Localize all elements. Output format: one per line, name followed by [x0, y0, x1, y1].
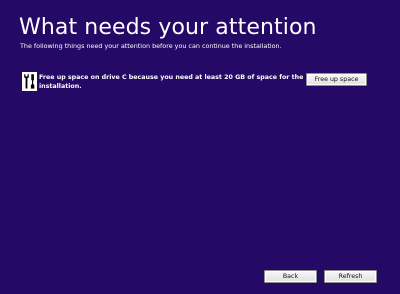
free-up-space-button[interactable]: Free up space [306, 73, 367, 86]
issue-text: Free up space on drive C because you nee… [39, 74, 304, 90]
refresh-button[interactable]: Refresh [324, 270, 377, 283]
tools-icon [22, 72, 37, 91]
back-button[interactable]: Back [264, 270, 317, 283]
setup-window: What needs your attention The following … [0, 0, 400, 294]
page-subtitle: The following things need your attention… [20, 42, 282, 50]
page-title: What needs your attention [19, 15, 317, 40]
tools-icon-glyph [24, 74, 35, 89]
